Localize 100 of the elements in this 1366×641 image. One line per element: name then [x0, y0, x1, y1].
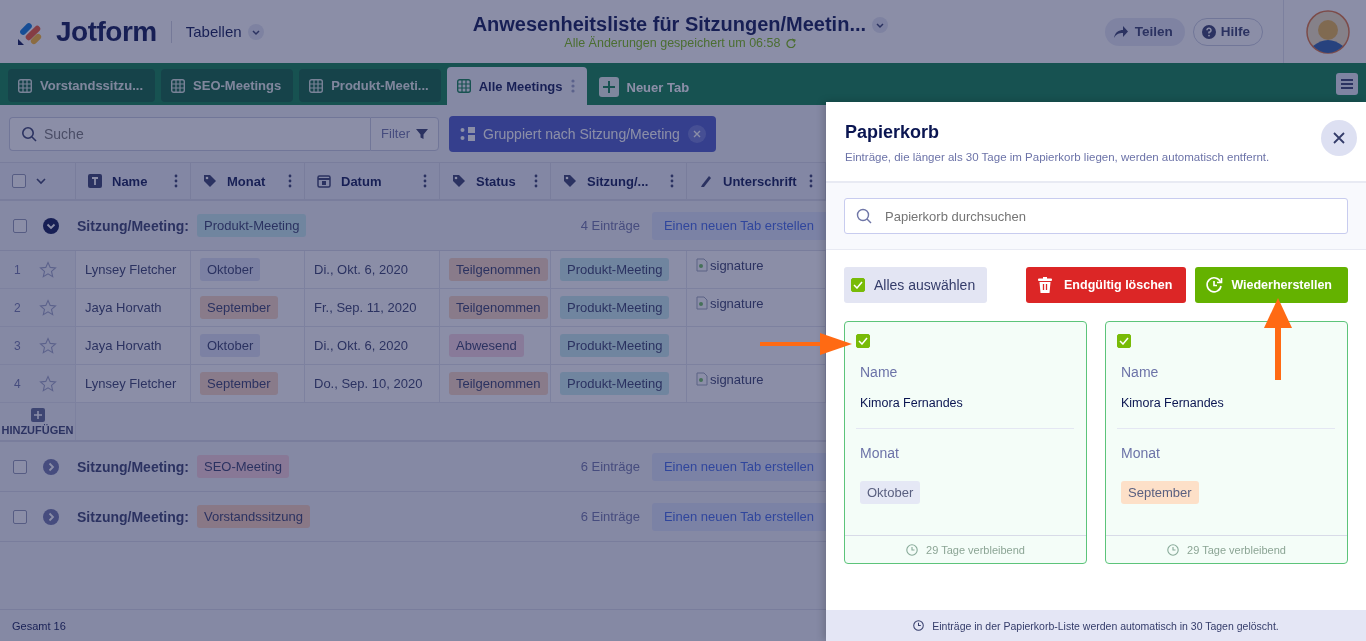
form-title[interactable]: Anwesenheitsliste für Sitzungen/Meetin...	[472, 13, 867, 36]
chevron-circle-icon[interactable]	[43, 508, 59, 525]
clock-icon	[1167, 543, 1180, 556]
checkbox[interactable]	[856, 334, 870, 348]
trash-card[interactable]: Name Kimora Fernandes Monat September 29 Tage verbleibend	[1105, 321, 1348, 564]
entry-count: 4 Einträge	[580, 218, 640, 233]
chevron-circle-icon[interactable]	[43, 217, 59, 234]
checkbox[interactable]	[13, 509, 27, 524]
close-button[interactable]	[1321, 120, 1357, 156]
status-tag: Teilgenommen	[449, 258, 548, 281]
field-label: Monat	[1121, 445, 1160, 461]
column-header[interactable]: Name	[76, 163, 191, 199]
meeting-tag: Produkt-Meeting	[560, 296, 670, 319]
tag-icon	[452, 174, 466, 188]
avatar-icon[interactable]	[1306, 9, 1350, 54]
group-tag: SEO-Meeting	[197, 455, 290, 478]
broken-image-icon	[696, 372, 708, 386]
days-remaining: 29 Tage verbleibend	[926, 543, 1025, 556]
broken-image-icon	[696, 258, 708, 272]
column-header[interactable]: Status	[440, 163, 551, 199]
sheet-tab[interactable]: SEO-Meetings	[161, 69, 294, 102]
grid-icon	[456, 79, 471, 93]
star-icon[interactable]	[38, 298, 57, 317]
group-label: Sitzung/Meeting:	[77, 217, 189, 234]
trash-icon	[1038, 277, 1053, 293]
create-tab-button[interactable]: Einen neuen Tab erstellen	[651, 452, 826, 481]
restore-clock-icon	[1205, 276, 1224, 294]
signature-alt-text: signature	[710, 372, 764, 387]
broken-image-icon	[696, 296, 708, 310]
name-cell: Lynsey Fletcher	[85, 262, 177, 277]
checkbox[interactable]	[13, 218, 27, 233]
group-tag: Produkt-Meeting	[197, 214, 307, 237]
more-vertical-icon[interactable]	[809, 174, 813, 188]
restore-button[interactable]: Wiederherstellen	[1195, 267, 1348, 303]
checkbox[interactable]	[851, 278, 865, 292]
star-icon[interactable]	[38, 336, 57, 355]
sheet-tab[interactable]: Alle Meetings	[446, 67, 587, 105]
column-header[interactable]: Sitzung/...	[551, 163, 687, 199]
section-dropdown[interactable]: Tabellen	[185, 23, 264, 40]
field-label: Name	[860, 364, 898, 380]
tag-icon	[203, 174, 217, 188]
create-tab-button[interactable]: Einen neuen Tab erstellen	[651, 211, 826, 240]
grouping-chip[interactable]: Gruppiert nach Sitzung/Meeting	[449, 115, 716, 152]
close-icon[interactable]	[687, 124, 706, 143]
share-button[interactable]: Teilen	[1104, 17, 1185, 46]
create-tab-button[interactable]: Einen neuen Tab erstellen	[651, 502, 826, 531]
more-vertical-icon[interactable]	[423, 174, 427, 188]
grid-icon	[309, 78, 324, 93]
plus-icon	[598, 77, 619, 97]
chevron-down-icon[interactable]	[36, 177, 46, 185]
field-label: Name	[1121, 364, 1159, 380]
row-number: 4	[14, 376, 21, 391]
add-row-button[interactable]: HINZUFÜGEN	[0, 403, 76, 440]
days-remaining: 29 Tage verbleibend	[1187, 543, 1286, 556]
checkbox[interactable]	[13, 459, 27, 474]
name-cell: Lynsey Fletcher	[85, 376, 177, 391]
filter-button[interactable]: Filter	[370, 116, 439, 151]
signature-alt-text: signature	[710, 296, 764, 311]
help-icon	[1201, 24, 1216, 39]
status-tag: Teilgenommen	[449, 296, 548, 319]
group-tag: Vorstandssitzung	[197, 505, 310, 528]
more-vertical-icon[interactable]	[670, 174, 674, 188]
sheet-tab[interactable]: Vorstandssitzu...	[8, 69, 156, 102]
checkmark-icon	[853, 281, 863, 289]
more-vertical-icon[interactable]	[534, 174, 538, 188]
trash-search-field[interactable]: Papierkorb durchsuchen	[844, 198, 1348, 234]
date-cell: Do., Sep. 10, 2020	[314, 376, 423, 391]
signature-alt-text: signature	[710, 258, 764, 273]
sort-group-icon	[459, 126, 475, 141]
menu-icon[interactable]	[1336, 73, 1358, 95]
more-vertical-icon[interactable]	[174, 174, 178, 188]
row-number: 2	[14, 300, 21, 315]
field-label: Monat	[860, 445, 899, 461]
trash-card[interactable]: Name Kimora Fernandes Monat Oktober 29 Tage verbleibend	[844, 321, 1087, 564]
logo-text[interactable]: Jotform	[56, 15, 157, 48]
select-all-checkbox[interactable]: Alles auswählen	[844, 267, 988, 303]
new-tab-button[interactable]: Neuer Tab	[592, 69, 696, 105]
star-icon[interactable]	[38, 374, 57, 393]
chevron-down-icon[interactable]	[872, 16, 889, 33]
more-vertical-icon[interactable]	[288, 174, 292, 188]
column-header[interactable]: Monat	[191, 163, 305, 199]
search-field[interactable]: Suche	[9, 116, 371, 151]
delete-permanently-button[interactable]: Endgültig löschen	[1026, 267, 1187, 303]
pen-icon	[699, 174, 713, 188]
help-button[interactable]: Hilfe	[1192, 17, 1263, 46]
total-count: Gesamt 16	[12, 619, 66, 632]
star-icon[interactable]	[38, 260, 57, 279]
checkbox[interactable]	[1117, 334, 1131, 348]
chevron-circle-icon[interactable]	[43, 458, 59, 475]
save-status: Alle Änderungen gespeichert um 06:58	[564, 36, 781, 50]
more-vertical-icon[interactable]	[570, 78, 575, 94]
calendar-icon	[317, 174, 331, 188]
trash-note: Einträge in der Papierkorb-Liste werden automatisch in 30 Tagen gelöscht.	[932, 619, 1279, 632]
plus-icon	[30, 407, 45, 422]
checkbox[interactable]	[12, 174, 26, 188]
month-tag: Oktober	[860, 481, 921, 504]
entry-count: 6 Einträge	[580, 509, 640, 524]
share-arrow-icon	[1112, 24, 1129, 39]
column-header[interactable]: Datum	[305, 163, 440, 199]
sheet-tab[interactable]: Produkt-Meeti...	[299, 69, 441, 102]
